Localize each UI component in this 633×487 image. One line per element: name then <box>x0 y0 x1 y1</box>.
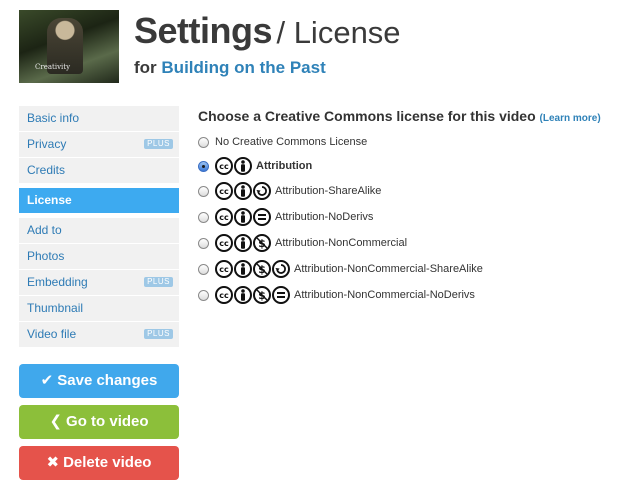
license-option[interactable]: cc Attribution-ShareAlike <box>198 180 381 202</box>
nc-icon: $ <box>253 286 271 304</box>
license-icons: cc $ <box>215 286 291 304</box>
cc-icon: cc <box>215 157 233 175</box>
sidebar-item-video-file[interactable]: Video file PLUS <box>19 322 179 348</box>
page-subtitle: for Building on the Past <box>134 58 326 78</box>
plus-badge: PLUS <box>144 277 173 287</box>
license-radio[interactable] <box>198 263 209 275</box>
license-option-label: Attribution-ShareAlike <box>275 185 382 197</box>
license-heading: Choose a Creative Commons license for th… <box>198 108 601 124</box>
sidebar-item-label: Photos <box>27 249 65 263</box>
nd-icon <box>253 208 271 226</box>
sidebar-item-label: Embedding <box>27 275 88 289</box>
license-option-label: Attribution-NonCommercial-NoDerivs <box>294 289 475 301</box>
license-option[interactable]: cc $ Attribution-NonCommercial-ShareAlike <box>198 258 483 280</box>
cc-icon: cc <box>215 260 233 278</box>
chevron-left-icon: ❮ <box>49 413 63 430</box>
license-radio[interactable] <box>198 160 209 172</box>
license-option-label: Attribution-NonCommercial-ShareAlike <box>294 263 483 275</box>
license-option[interactable]: cc $ Attribution-NonCommercial-NoDerivs <box>198 284 475 306</box>
license-option-label: No Creative Commons License <box>215 136 368 148</box>
by-icon <box>234 260 252 278</box>
sidebar-item-label: Basic info <box>27 111 80 125</box>
thumbnail-caption: Creativity <box>35 63 71 71</box>
paren-close: ) <box>597 113 601 124</box>
license-icons: cc <box>215 208 272 226</box>
by-icon <box>234 182 252 200</box>
cc-icon: cc <box>215 234 233 252</box>
by-icon <box>234 286 252 304</box>
svg-text:cc: cc <box>219 162 229 171</box>
svg-text:cc: cc <box>219 187 229 196</box>
license-option[interactable]: No Creative Commons License <box>198 131 367 153</box>
sa-icon <box>272 260 290 278</box>
save-button-label: Save changes <box>57 372 158 389</box>
license-heading-text: Choose a Creative Commons license for th… <box>198 108 536 124</box>
sidebar-item-label: License <box>27 193 72 207</box>
sidebar-item-photos[interactable]: Photos <box>19 244 179 270</box>
license-icons: cc <box>215 157 253 175</box>
license-radio[interactable] <box>198 289 209 301</box>
svg-text:cc: cc <box>219 239 229 248</box>
license-option[interactable]: cc Attribution <box>198 155 312 177</box>
nc-icon: $ <box>253 260 271 278</box>
license-icons: cc <box>215 182 272 200</box>
sidebar-item-privacy[interactable]: Privacy PLUS <box>19 132 179 158</box>
plus-badge: PLUS <box>144 139 173 149</box>
sidebar-item-label: Thumbnail <box>27 301 84 315</box>
license-radio[interactable] <box>198 185 209 197</box>
sa-icon <box>253 182 271 200</box>
sidebar-item-label: Credits <box>27 163 66 177</box>
checkmark-icon: ✔ <box>40 372 54 389</box>
page-title-main: Settings <box>134 10 273 51</box>
license-radio[interactable] <box>198 136 209 148</box>
close-icon: ✖ <box>46 454 60 471</box>
by-icon <box>234 234 252 252</box>
go-to-video-button[interactable]: ❮ Go to video <box>19 405 179 439</box>
sidebar-item-embedding[interactable]: Embedding PLUS <box>19 270 179 296</box>
video-title-link[interactable]: Building on the Past <box>161 58 325 77</box>
license-icons: cc $ <box>215 260 291 278</box>
sidebar-item-license[interactable]: License <box>19 188 179 214</box>
plus-badge: PLUS <box>144 329 173 339</box>
license-option[interactable]: cc $ Attribution-NonCommercial <box>198 232 407 254</box>
page-title: Settings / License <box>134 10 401 52</box>
svg-text:cc: cc <box>219 291 229 300</box>
svg-text:cc: cc <box>219 265 229 274</box>
cc-icon: cc <box>215 286 233 304</box>
sidebar-item-label: Add to <box>27 223 62 237</box>
settings-sidebar: Basic info Privacy PLUS Credits License … <box>19 106 179 348</box>
svg-text:cc: cc <box>219 213 229 222</box>
license-option-label: Attribution-NonCommercial <box>275 237 408 249</box>
license-icons: cc $ <box>215 234 272 252</box>
delete-button-label: Delete video <box>63 454 152 471</box>
video-thumbnail: Creativity <box>19 10 119 83</box>
sidebar-item-label: Privacy <box>27 137 67 151</box>
cc-icon: cc <box>215 208 233 226</box>
by-icon <box>234 208 252 226</box>
nd-icon <box>272 286 290 304</box>
sidebar-item-credits[interactable]: Credits <box>19 158 179 184</box>
cc-icon: cc <box>215 182 233 200</box>
sidebar-item-add-to[interactable]: Add to <box>19 218 179 244</box>
nc-icon: $ <box>253 234 271 252</box>
license-option-label: Attribution <box>256 160 313 172</box>
license-option[interactable]: cc Attribution-NoDerivs <box>198 206 373 228</box>
license-radio[interactable] <box>198 237 209 249</box>
save-changes-button[interactable]: ✔ Save changes <box>19 364 179 398</box>
learn-more-wrapper: (Learn more) <box>540 113 601 124</box>
license-radio[interactable] <box>198 211 209 223</box>
license-option-label: Attribution-NoDerivs <box>275 211 374 223</box>
subtitle-prefix: for <box>134 58 157 77</box>
sidebar-item-label: Video file <box>27 327 77 341</box>
sidebar-item-basic-info[interactable]: Basic info <box>19 106 179 132</box>
learn-more-link[interactable]: Learn more <box>543 113 597 124</box>
go-button-label: Go to video <box>66 413 149 430</box>
by-icon <box>234 157 252 175</box>
delete-video-button[interactable]: ✖ Delete video <box>19 446 179 480</box>
sidebar-item-thumbnail[interactable]: Thumbnail <box>19 296 179 322</box>
page-title-section: / License <box>276 15 401 50</box>
